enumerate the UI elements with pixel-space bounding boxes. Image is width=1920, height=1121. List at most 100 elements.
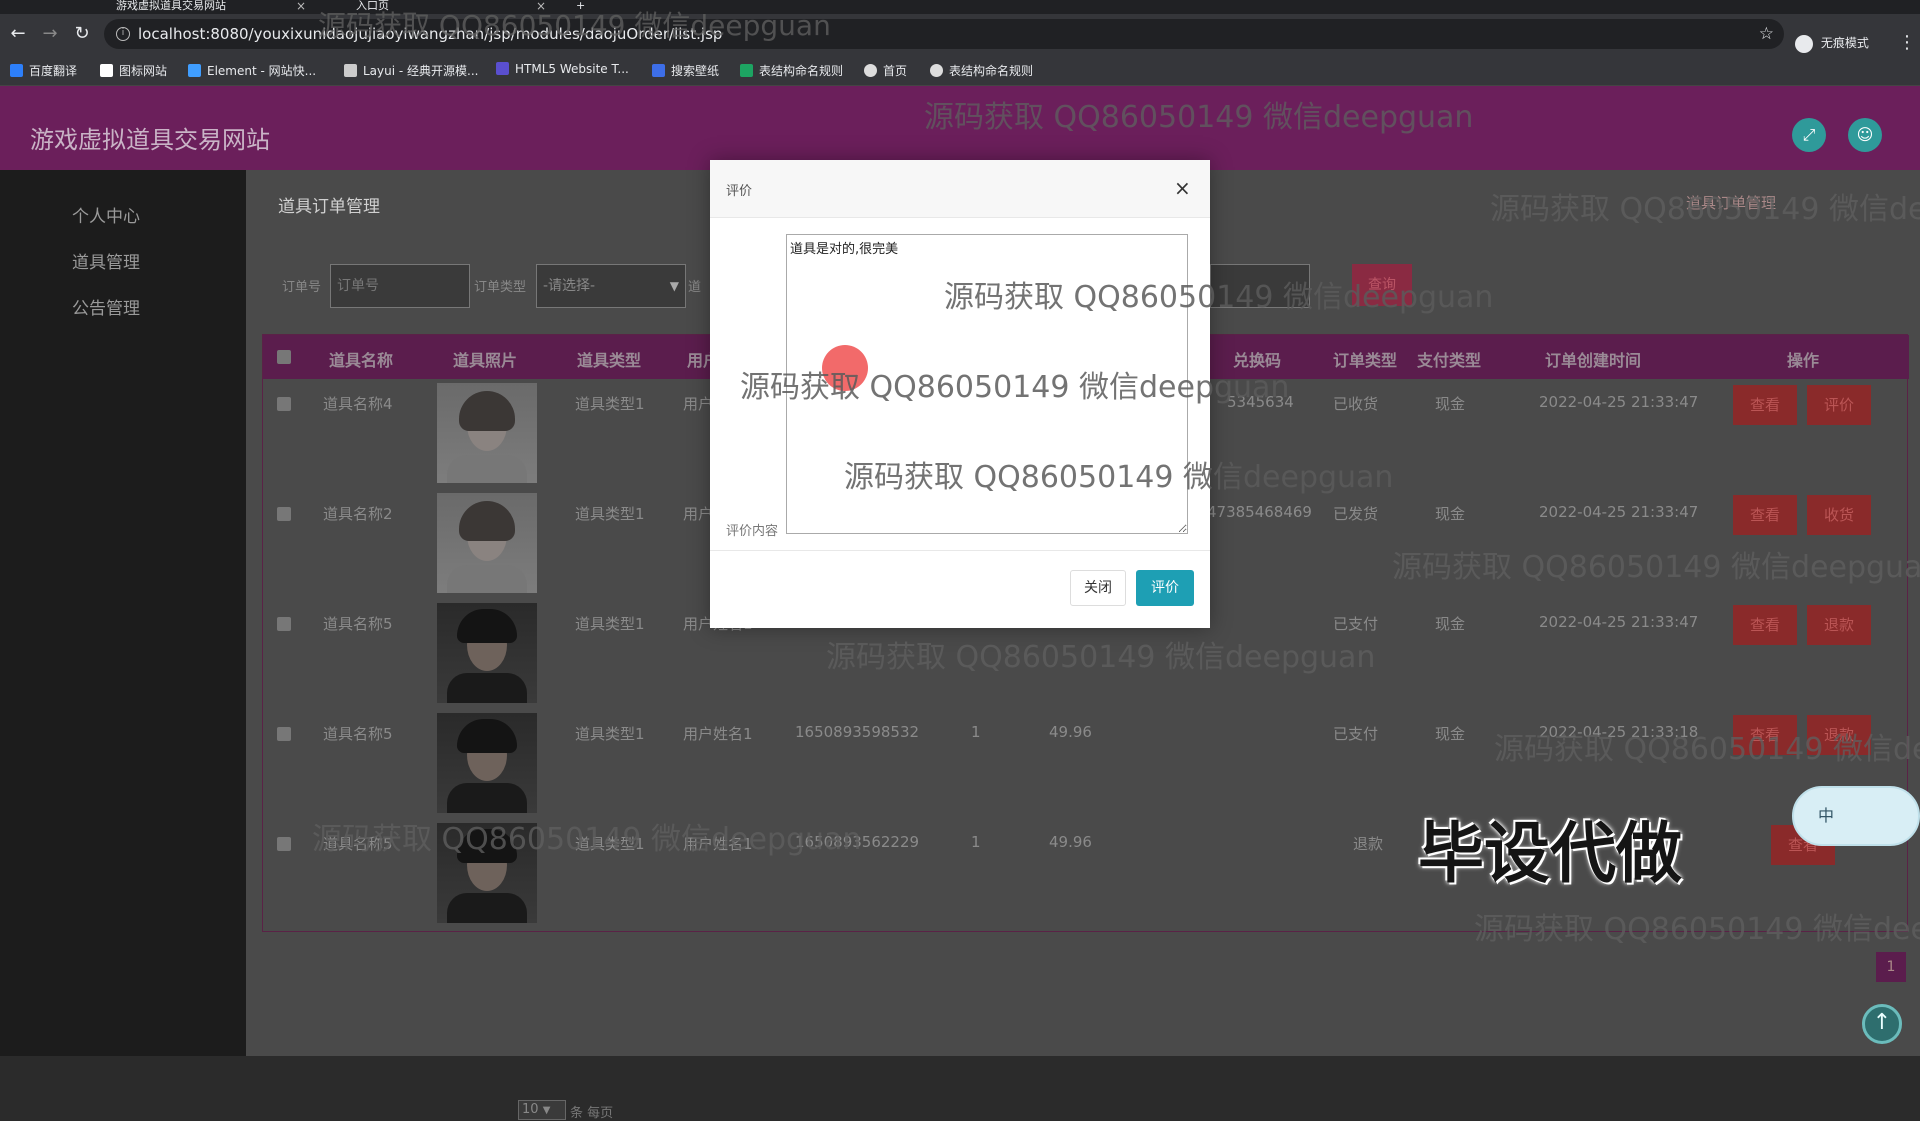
watermark: 源码获取 QQ86050149 微信deepguan — [924, 100, 1474, 135]
column-header: 订单类型 — [1333, 351, 1398, 370]
browser-menu-icon[interactable]: ⋮ — [1898, 32, 1916, 53]
user-name: 用户 — [683, 505, 714, 523]
chevron-down-icon: ▼ — [669, 279, 679, 293]
row-checkbox[interactable] — [277, 617, 291, 631]
order-status: 已支付 — [1333, 725, 1379, 743]
bookmark-label: 首页 — [883, 64, 908, 78]
quantity: 1 — [971, 833, 981, 851]
bookmark-item[interactable]: HTML5 Website T... — [496, 62, 629, 76]
bookmark-item[interactable]: 表结构命名规则 — [930, 62, 1033, 79]
arrow-up-icon[interactable]: ↑ — [1862, 1004, 1902, 1044]
ime-widget[interactable]: 中 — [1792, 786, 1920, 846]
created-time: 2022-04-25 21:33:47 — [1539, 393, 1699, 411]
layui-icon — [344, 64, 357, 77]
close-button[interactable]: 关闭 — [1070, 570, 1126, 606]
view-button[interactable]: 查看 — [1733, 385, 1797, 425]
order-no-label: 订单号 — [282, 280, 322, 295]
back-arrow-icon[interactable]: ← — [8, 24, 28, 44]
dialog-header: 评价 × — [710, 160, 1210, 218]
browser-tab-active[interactable]: 游戏虚拟道具交易网站 × — [90, 0, 310, 14]
row-checkbox[interactable] — [277, 837, 291, 851]
item-photo — [437, 493, 537, 593]
bookmark-item[interactable]: 搜索壁纸 — [652, 62, 719, 79]
row-checkbox[interactable] — [277, 727, 291, 741]
bookmark-label: Element - 网站快... — [207, 64, 317, 78]
bookmark-item[interactable]: 图标网站 — [100, 62, 167, 79]
wallpaper-icon — [652, 64, 665, 77]
order-status: 已支付 — [1333, 615, 1379, 633]
column-header: 道具照片 — [453, 351, 518, 370]
order-status: 已发货 — [1333, 505, 1379, 523]
row-checkbox[interactable] — [277, 397, 291, 411]
item-photo — [437, 713, 537, 813]
created-time: 2022-04-25 21:33:47 — [1539, 613, 1699, 631]
payment-type: 现金 — [1435, 615, 1466, 633]
order-no-input[interactable]: 订单号 — [330, 264, 470, 308]
price: 49.96 — [1049, 723, 1092, 741]
price: 49.96 — [1049, 833, 1092, 851]
bookmark-item[interactable]: 表结构命名规则 — [740, 62, 843, 79]
html5-icon — [496, 62, 509, 75]
review-content-label: 评价内容 — [726, 524, 779, 539]
incognito-label: 无痕模式 — [1820, 36, 1869, 50]
bookmark-label: HTML5 Website T... — [515, 62, 629, 76]
view-button[interactable]: 查看 — [1733, 495, 1797, 535]
order-type-value: -请选择- — [543, 278, 596, 294]
incognito-indicator[interactable]: 无痕模式 — [1795, 34, 1869, 53]
item-name: 道具名称5 — [323, 615, 393, 633]
bookmark-item[interactable]: 首页 — [864, 62, 907, 79]
item-type: 道具类型1 — [575, 505, 645, 523]
item-type: 道具类型1 — [575, 615, 645, 633]
review-button[interactable]: 评价 — [1807, 385, 1871, 425]
page-title: 道具订单管理 — [278, 197, 380, 217]
reload-icon[interactable]: ↻ — [72, 24, 92, 44]
row-checkbox[interactable] — [277, 507, 291, 521]
item-name-label: 道 — [688, 280, 702, 295]
close-icon[interactable]: × — [1174, 176, 1191, 200]
item-name: 道具名称2 — [323, 505, 393, 523]
bookmark-star-icon[interactable]: ☆ — [1759, 19, 1774, 49]
bookmark-label: 搜索壁纸 — [671, 64, 720, 78]
sidebar: 个人中心 道具管理 公告管理 — [0, 170, 246, 1056]
view-button[interactable]: 查看 — [1733, 605, 1797, 645]
watermark: 源码获取 QQ86050149 微信deepguan — [1474, 912, 1920, 947]
bookmark-item[interactable]: Layui - 经典开源模... — [344, 62, 478, 79]
element-icon — [188, 64, 201, 77]
receive-button[interactable]: 收货 — [1807, 495, 1871, 535]
pagination-page[interactable]: 1 — [1876, 952, 1906, 982]
column-header: 订单创建时间 — [1545, 351, 1642, 370]
quantity: 1 — [971, 723, 981, 741]
bookmark-item[interactable]: Element - 网站快... — [188, 62, 316, 79]
bookmark-item[interactable]: 百度翻译 — [10, 62, 77, 79]
payment-type: 现金 — [1435, 725, 1466, 743]
info-icon[interactable]: i — [116, 27, 130, 41]
page-size-select[interactable]: 10 ▼ — [518, 1100, 566, 1120]
sidebar-item-item-management[interactable]: 道具管理 — [72, 248, 140, 273]
flag-icon — [100, 64, 113, 77]
order-type-select[interactable]: -请选择- ▼ — [536, 264, 686, 308]
bookmarks-bar: 百度翻译 图标网站 Element - 网站快... Layui - 经典开源模… — [0, 54, 1920, 86]
submit-review-button[interactable]: 评价 — [1136, 570, 1194, 606]
watermark: 源码获取 QQ86050149 微信deepguan — [312, 822, 862, 857]
fullscreen-icon[interactable]: ⤢ — [1792, 118, 1826, 152]
item-type: 道具类型1 — [575, 725, 645, 743]
refund-button[interactable]: 退款 — [1807, 605, 1871, 645]
item-photo — [437, 383, 537, 483]
sheet-icon — [740, 64, 753, 77]
page-size-value: 10 — [522, 1102, 539, 1117]
payment-type: 现金 — [1435, 505, 1466, 523]
watermark: 源码获取 QQ86050149 微信deepguan — [944, 280, 1494, 315]
item-type: 道具类型1 — [575, 395, 645, 413]
forward-arrow-icon[interactable]: → — [40, 24, 60, 44]
order-type-label: 订单类型 — [474, 280, 527, 295]
watermark: 源码获取 QQ86050149 微信deepguan — [740, 370, 1290, 405]
item-photo — [437, 603, 537, 703]
address-bar: ← → ↻ i localhost:8080/youxixunidaojujia… — [0, 14, 1920, 54]
select-all-checkbox[interactable] — [277, 350, 291, 364]
close-icon[interactable]: × — [296, 0, 306, 12]
bookmark-label: Layui - 经典开源模... — [363, 64, 479, 78]
sidebar-item-personal-center[interactable]: 个人中心 — [72, 202, 140, 227]
sidebar-item-announcements[interactable]: 公告管理 — [72, 294, 140, 319]
column-header: 操作 — [1787, 351, 1820, 370]
user-icon[interactable]: ☺ — [1848, 118, 1882, 152]
